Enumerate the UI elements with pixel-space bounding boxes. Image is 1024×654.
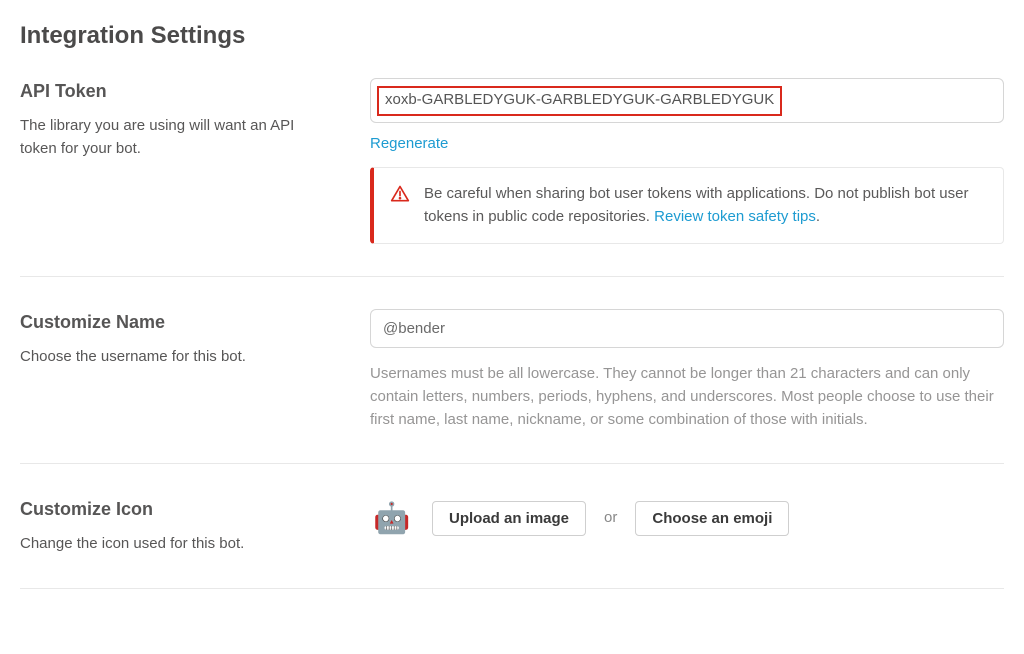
customize-icon-description: Change the icon used for this bot. [20, 533, 330, 556]
customize-name-description: Choose the username for this bot. [20, 346, 330, 369]
api-token-field[interactable]: xoxb-GARBLEDYGUK-GARBLEDYGUK-GARBLEDYGUK [370, 78, 1004, 123]
username-helper: Usernames must be all lowercase. They ca… [370, 362, 1004, 432]
api-token-description: The library you are using will want an A… [20, 115, 330, 160]
api-token-value-highlight: xoxb-GARBLEDYGUK-GARBLEDYGUK-GARBLEDYGUK [377, 86, 782, 116]
api-token-section: API Token The library you are using will… [20, 78, 1004, 277]
token-warning: Be careful when sharing bot user tokens … [370, 167, 1004, 244]
customize-icon-section: Customize Icon Change the icon used for … [20, 496, 1004, 589]
api-token-heading: API Token [20, 78, 330, 105]
warning-triangle-icon [390, 184, 410, 204]
page-title: Integration Settings [20, 18, 1004, 54]
token-safety-link[interactable]: Review token safety tips [654, 208, 816, 225]
choose-emoji-button[interactable]: Choose an emoji [635, 501, 789, 536]
warning-text-after: . [816, 208, 820, 225]
or-label: or [604, 507, 617, 530]
upload-image-button[interactable]: Upload an image [432, 501, 586, 536]
regenerate-link[interactable]: Regenerate [370, 133, 448, 156]
warning-text: Be careful when sharing bot user tokens … [424, 182, 987, 229]
api-token-value: xoxb-GARBLEDYGUK-GARBLEDYGUK-GARBLEDYGUK [385, 91, 774, 108]
customize-icon-heading: Customize Icon [20, 496, 330, 523]
customize-name-heading: Customize Name [20, 309, 330, 336]
customize-name-section: Customize Name Choose the username for t… [20, 309, 1004, 465]
bot-avatar-icon: 🤖 [370, 496, 414, 540]
username-input[interactable] [370, 309, 1004, 348]
